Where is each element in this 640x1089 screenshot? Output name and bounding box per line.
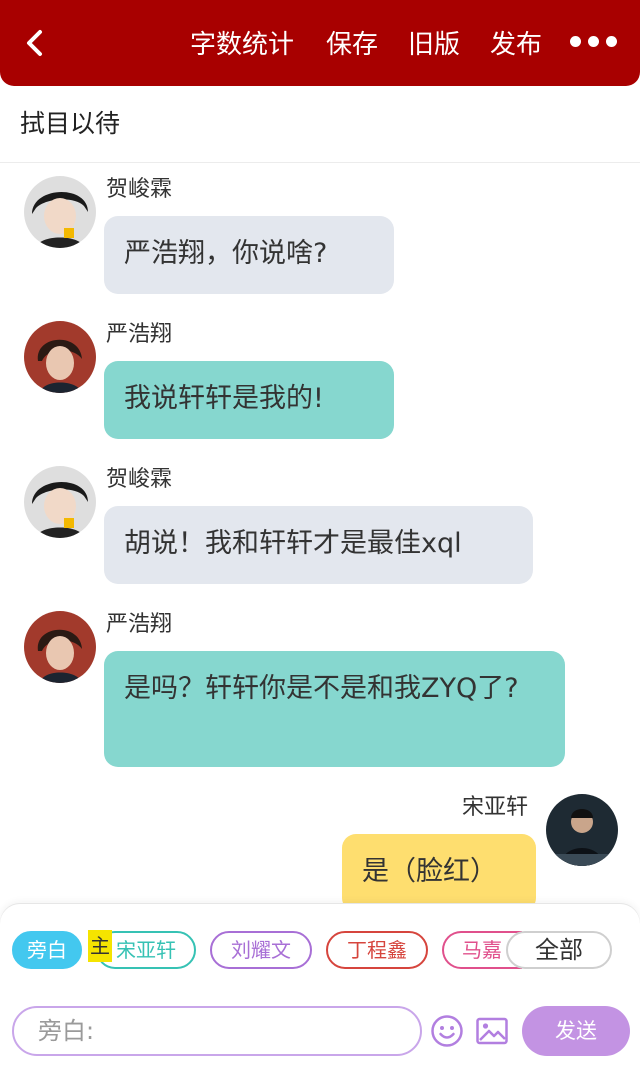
image-icon[interactable]	[475, 1014, 509, 1048]
sender-name: 贺峻霖	[106, 177, 173, 202]
avatar[interactable]	[24, 176, 96, 248]
message-bubble: 是吗？轩轩你是不是和我ZYQ了?	[104, 651, 565, 767]
role-chip-aside[interactable]: 旁白	[12, 931, 82, 969]
main-role-tag: 主	[88, 930, 112, 962]
emoji-icon[interactable]	[430, 1014, 464, 1048]
message-bubble: 我说轩轩是我的!	[104, 361, 394, 439]
role-chip[interactable]: 刘耀文	[210, 931, 312, 969]
avatar[interactable]	[24, 611, 96, 683]
avatar[interactable]	[546, 794, 618, 866]
send-button[interactable]: 发送	[522, 1006, 630, 1056]
save-button[interactable]: 保存	[326, 28, 378, 62]
divider	[0, 162, 640, 163]
publish-button[interactable]: 发布	[490, 28, 542, 62]
message-bubble: 是（脸红）	[342, 834, 536, 912]
avatar[interactable]	[24, 466, 96, 538]
sender-name: 严浩翔	[106, 322, 173, 347]
all-roles-button[interactable]: 全部	[506, 931, 612, 969]
avatar[interactable]	[24, 321, 96, 393]
message-input[interactable]	[12, 1006, 422, 1056]
more-dots-icon[interactable]	[570, 36, 626, 56]
sender-name: 严浩翔	[106, 612, 173, 637]
message-bubble: 胡说！我和轩轩才是最佳xql	[104, 506, 533, 584]
chevron-left-icon[interactable]	[18, 26, 52, 60]
page-title: 拭目以待	[20, 109, 121, 138]
sender-name: 贺峻霖	[106, 467, 173, 492]
old-version-button[interactable]: 旧版	[408, 28, 460, 62]
sender-name: 宋亚轩	[462, 795, 529, 820]
role-chip[interactable]: 丁程鑫	[326, 931, 428, 969]
word-count-button[interactable]: 字数统计	[190, 28, 294, 62]
message-bubble: 严浩翔，你说啥?	[104, 216, 394, 294]
top-bar: 字数统计 保存 旧版 发布	[0, 0, 640, 86]
